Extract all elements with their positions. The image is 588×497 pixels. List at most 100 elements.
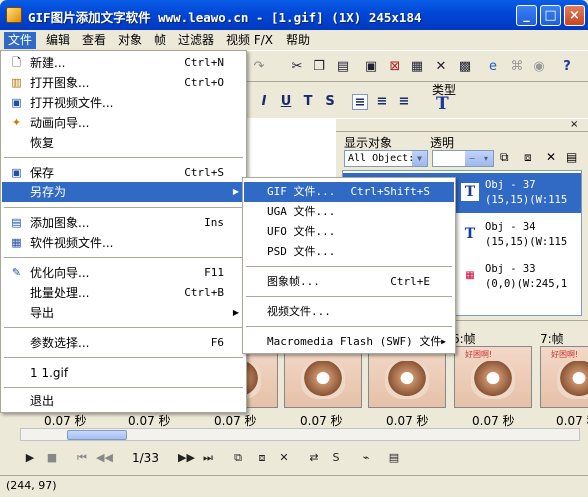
menu-help[interactable]: 帮助 <box>282 32 314 49</box>
menu-label: 恢复 <box>30 136 55 150</box>
object-props-icon[interactable]: ▤ <box>566 150 577 164</box>
underline-icon[interactable]: U <box>278 94 294 110</box>
chevron-down-icon[interactable]: ▼ <box>412 151 427 166</box>
menu-view[interactable]: 查看 <box>78 32 110 49</box>
delete-frame-icon[interactable]: ⊠ <box>386 58 404 76</box>
menu-video-fx[interactable]: 视频 F/X <box>222 32 277 49</box>
submenu-item-image-frames[interactable]: 图象帧... Ctrl+E <box>244 272 454 292</box>
submenu-item-psd[interactable]: PSD 文件... <box>244 242 454 262</box>
submenu-item-swf[interactable]: Macromedia Flash (SWF) 文件 ▶ <box>244 332 454 352</box>
tools-icon[interactable]: ✕ <box>432 58 450 76</box>
menu-file[interactable]: 文件 <box>4 32 37 49</box>
submenu-item-video[interactable]: 视频文件... <box>244 302 454 322</box>
preview-icon[interactable]: ▩ <box>456 58 474 76</box>
align-right-icon[interactable]: ≡ <box>396 94 412 110</box>
menu-label: 视频文件... <box>267 305 331 318</box>
spin-up-icon[interactable]: ▾ <box>479 151 493 166</box>
menu-separator <box>246 326 452 327</box>
split-icon[interactable]: ⌁ <box>358 451 374 465</box>
object-info: (15,15)(W:115 <box>485 194 568 206</box>
next-frame-icon[interactable]: ▶▶ <box>178 451 195 465</box>
submenu-item-uga[interactable]: UGA 文件... <box>244 202 454 222</box>
app-window: GIF图片添加文字软件 www.leawo.cn - [1.gif] (1X) … <box>0 0 588 497</box>
menu-filter[interactable]: 过滤器 <box>174 32 218 49</box>
thumb-caption: 好困啊! <box>551 350 579 359</box>
merge-icon[interactable]: ⧈ <box>524 150 532 165</box>
browser-icon[interactable]: e <box>484 58 502 76</box>
menu-item-save[interactable]: ▣ 保存 Ctrl+S <box>2 163 245 183</box>
menu-item-optimize[interactable]: ✎ 优化向导... F11 <box>2 263 245 283</box>
menu-item-open-image[interactable]: ▥ 打开图象... Ctrl+O <box>2 73 245 93</box>
menu-item-open-video[interactable]: ▣ 打开视频文件... <box>2 93 245 113</box>
frame-delay[interactable]: 0.07 秒 <box>128 412 171 429</box>
frame-scrollbar[interactable] <box>20 428 580 441</box>
menu-item-save-as[interactable]: 另存为 ▶ <box>2 182 245 202</box>
frame-delay[interactable]: 0.07 秒 <box>300 412 343 429</box>
crop-icon[interactable]: ▣ <box>362 58 380 76</box>
stop-icon[interactable]: ■ <box>44 451 60 465</box>
frame-props-icon[interactable]: ▤ <box>386 451 402 465</box>
delete-object-icon[interactable]: ✕ <box>546 150 556 164</box>
first-frame-icon[interactable]: ⏮ <box>74 451 90 465</box>
frame-thumbnail[interactable] <box>368 346 446 408</box>
minimize-button[interactable]: _ <box>516 5 537 26</box>
menu-frame[interactable]: 帧 <box>150 32 170 49</box>
image-icon[interactable]: ▦ <box>408 58 426 76</box>
help-icon[interactable]: ? <box>558 58 576 76</box>
move-up-icon[interactable]: ⧉ <box>500 150 509 165</box>
opacity-input[interactable]: − ▾ <box>432 150 494 167</box>
maximize-button[interactable]: □ <box>540 5 561 26</box>
frame-thumbnail[interactable] <box>284 346 362 408</box>
type-text-icon[interactable]: T <box>436 94 449 114</box>
frame-delay[interactable]: 0.07 秒 <box>556 412 588 429</box>
frame-delay[interactable]: 0.07 秒 <box>472 412 515 429</box>
tween-icon[interactable]: ⇄ <box>306 451 322 465</box>
copy-icon[interactable]: ❐ <box>310 58 328 76</box>
menu-item-export[interactable]: 导出 ▶ <box>2 303 245 323</box>
align-left-icon[interactable]: ≡ <box>352 94 368 110</box>
menu-edit[interactable]: 编辑 <box>42 32 74 49</box>
frame-delay[interactable]: 0.07 秒 <box>44 412 87 429</box>
align-center-icon[interactable]: ≡ <box>374 94 390 110</box>
menu-item-recent-file[interactable]: 1 1.gif <box>2 363 245 383</box>
prev-frame-icon[interactable]: ◀◀ <box>96 451 113 465</box>
submenu-item-ufo[interactable]: UFO 文件... <box>244 222 454 242</box>
menu-item-new[interactable]: 🗋 新建... Ctrl+N <box>2 53 245 73</box>
menu-item-wizard[interactable]: ✦ 动画向导... <box>2 113 245 133</box>
text-outline-icon[interactable]: S <box>322 94 338 110</box>
submenu-item-gif[interactable]: GIF 文件... Ctrl+Shift+S <box>244 182 454 202</box>
paste-icon[interactable]: ▤ <box>334 58 352 76</box>
frame-thumbnail[interactable]: 好困啊! <box>540 346 588 408</box>
last-frame-icon[interactable]: ⏭ <box>200 451 216 465</box>
text-effect-icon[interactable]: S <box>328 451 344 465</box>
spin-down-icon[interactable]: − <box>465 151 479 166</box>
add-frame-icon[interactable]: ⧉ <box>230 451 246 465</box>
scrollbar-thumb[interactable] <box>67 430 127 440</box>
menu-object[interactable]: 对象 <box>114 32 146 49</box>
frame-delay[interactable]: 0.07 秒 <box>214 412 257 429</box>
duplicate-frame-icon[interactable]: ⧈ <box>254 451 270 465</box>
text-style-icon[interactable]: T <box>300 94 316 110</box>
menu-label: 保存 <box>30 166 55 180</box>
close-button[interactable]: × <box>564 5 585 26</box>
menu-item-batch[interactable]: 批量处理... Ctrl+B <box>2 283 245 303</box>
object-filter-select[interactable]: All Object: ▼ <box>344 150 428 167</box>
menu-item-revert[interactable]: 恢复 <box>2 133 245 153</box>
menu-item-preferences[interactable]: 参数选择... F6 <box>2 333 245 353</box>
object-name: Obj - 34 <box>485 221 536 233</box>
menu-label: 另存为 <box>30 185 67 199</box>
play-icon[interactable]: ▶ <box>22 451 38 465</box>
object-name: Obj - 33 <box>485 263 536 275</box>
italic-icon[interactable]: I <box>256 94 272 110</box>
frame-thumbnail[interactable]: 好困啊! <box>454 346 532 408</box>
menu-item-add-image[interactable]: ▤ 添加图象... Ins <box>2 213 245 233</box>
menu-separator <box>4 387 243 388</box>
cut-icon[interactable]: ✂ <box>288 58 306 76</box>
delete-frame-icon[interactable]: ✕ <box>276 451 292 465</box>
frame-delay[interactable]: 0.07 秒 <box>386 412 429 429</box>
menu-item-video-file[interactable]: ▦ 软件视频文件... <box>2 233 245 253</box>
panel-close-icon[interactable]: × <box>570 119 578 130</box>
redo-icon[interactable]: ↷ <box>250 58 268 76</box>
menu-item-exit[interactable]: 退出 <box>2 391 245 411</box>
menu-separator <box>4 357 243 358</box>
